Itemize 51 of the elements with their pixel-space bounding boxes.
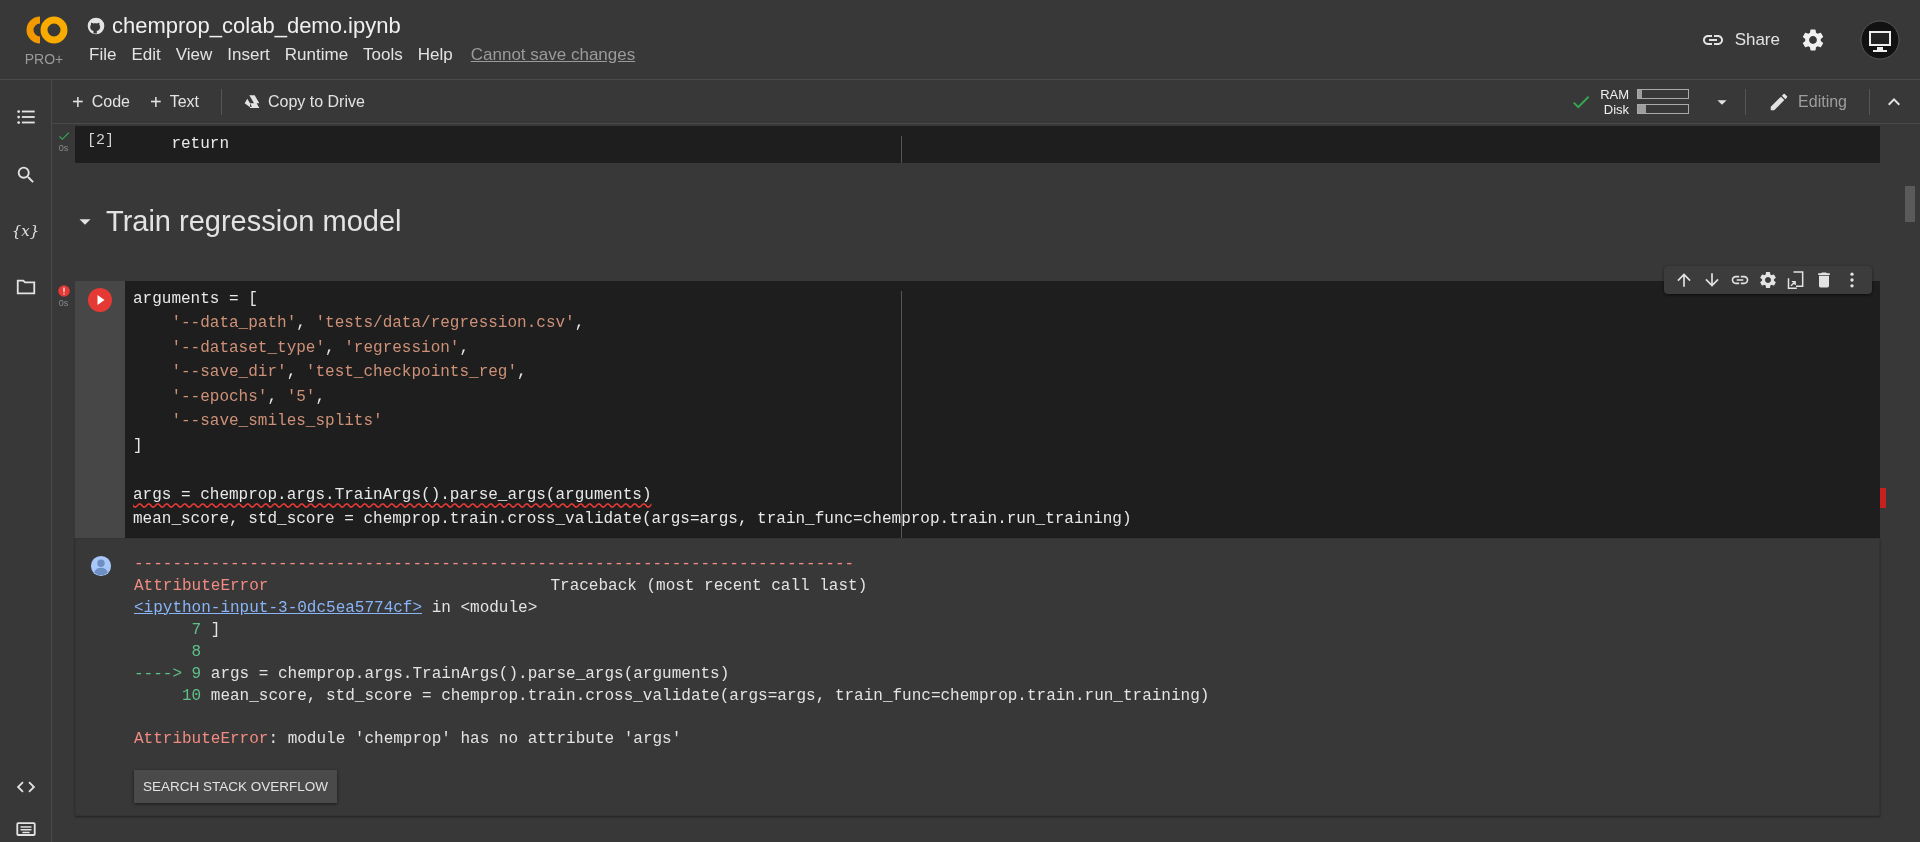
code-line: arguments = [ <box>133 288 259 310</box>
menu-item[interactable]: Runtime <box>281 42 361 67</box>
add-cell-button[interactable]: + Text <box>139 86 209 117</box>
code-line: mean_score, std_score = chemprop.train.cross_validate(args=args, train_func=chemprop.train.run_training) <box>133 509 1133 530</box>
menu-item[interactable]: View <box>172 42 225 67</box>
traceback-line: 8 <box>190 641 203 663</box>
execution-count: [2] <box>87 131 114 151</box>
traceback-line: 10 mean_score, std_score = chemprop.train.cross_validate(args=args, train_func=chemprop.train.run_training) <box>181 685 1210 707</box>
menu-item[interactable]: Tools <box>360 42 415 67</box>
execution-time: 0s <box>58 143 69 153</box>
error-message: AttributeError: module 'chemprop' has no attribute 'args' <box>134 728 683 750</box>
output-avatar-icon[interactable] <box>90 554 112 577</box>
menu-item[interactable]: File <box>86 42 129 67</box>
code-line: '--save_smiles_splits' <box>170 411 384 432</box>
editing-mode-button[interactable]: Editing <box>1758 84 1857 119</box>
traceback-header: AttributeError Traceback (most recent call last) <box>134 575 869 597</box>
meter-label: RAM <box>1600 86 1630 102</box>
share-button[interactable]: Share <box>1690 21 1790 58</box>
variables-icon[interactable]: {x} <box>11 222 40 240</box>
traceback-line: ----> 9 args = chemprop.args.TrainArgs().parse_args(arguments) <box>134 663 731 685</box>
code-line: '--data_path', 'tests/data/regression.csv', <box>170 313 586 334</box>
error-marker <box>1880 488 1886 508</box>
menu-item[interactable]: Edit <box>128 42 173 67</box>
menu-item[interactable]: Insert <box>224 42 282 67</box>
scrollbar-thumb[interactable] <box>1905 186 1915 222</box>
notebook-title[interactable]: chemprop_colab_demo.ipynb <box>112 12 401 39</box>
code-line: args = chemprop.args.TrainArgs().parse_args(arguments) <box>133 484 653 506</box>
meter-label: Disk <box>1603 101 1630 117</box>
repo-icon[interactable] <box>86 15 106 36</box>
code-line: '--dataset_type', 'regression', <box>170 337 471 359</box>
copy-to-drive-button[interactable]: Copy to Drive <box>233 86 375 117</box>
traceback-rule: --------------------------------------------------------------------------- <box>134 553 856 575</box>
code-line: '--save_dir', 'test_checkpoints_reg', <box>170 362 528 383</box>
settings-icon[interactable] <box>1758 269 1778 290</box>
run-button-icon[interactable] <box>88 287 112 312</box>
traceback-line: 7 ] <box>190 619 222 641</box>
plan-label: PRO+ <box>24 51 64 67</box>
save-status-link[interactable]: Cannot save changes <box>470 44 636 65</box>
traceback-link[interactable]: <ipython-input-3-0dc5ea5774cf> <box>134 598 423 617</box>
drive-icon <box>243 93 260 110</box>
avatar-icon[interactable] <box>1860 19 1900 60</box>
section-heading: Train regression model <box>106 205 402 238</box>
search-stack-overflow-button[interactable]: SEARCH STACK OVERFLOW <box>134 769 338 803</box>
traceback-text: in <module> <box>431 598 538 617</box>
code-line: return <box>170 134 230 155</box>
mirror-cell-icon[interactable] <box>1786 269 1806 290</box>
menu-item[interactable]: Help <box>414 42 465 67</box>
execution-time: 0s <box>58 297 69 308</box>
add-cell-button[interactable]: + Code <box>62 86 140 117</box>
code-line: '--epochs', '5', <box>170 386 327 408</box>
code-line: ] <box>133 435 144 457</box>
